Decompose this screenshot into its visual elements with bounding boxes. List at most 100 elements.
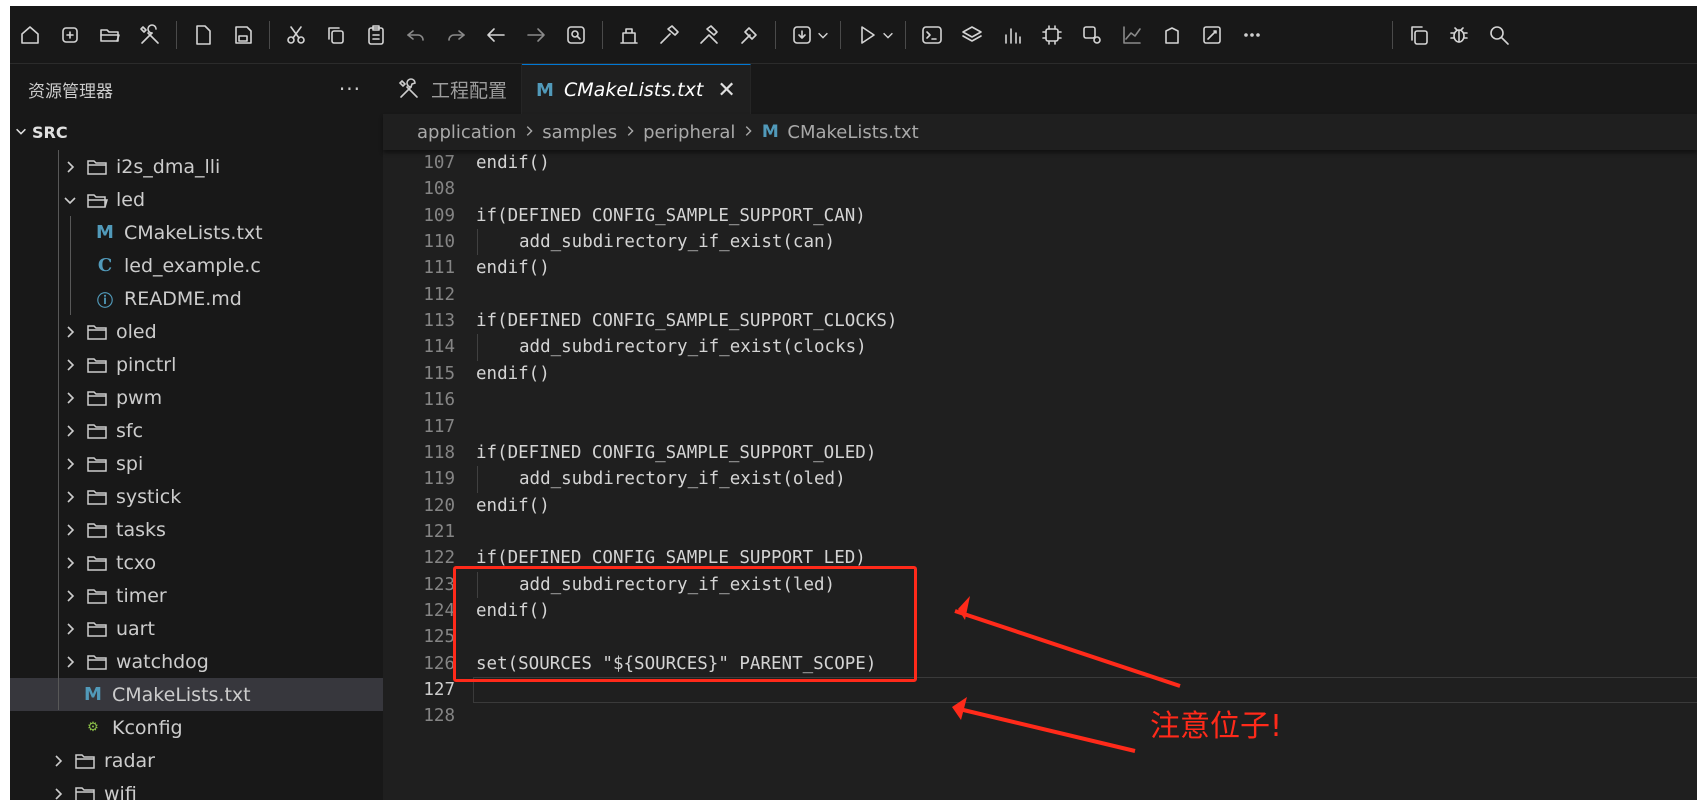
home-icon[interactable] <box>10 15 50 55</box>
breadcrumb-item[interactable]: CMakeLists.txt <box>787 122 918 143</box>
chevron-down-icon[interactable] <box>816 28 830 42</box>
bug-icon[interactable] <box>1439 15 1479 55</box>
layers-icon[interactable] <box>952 15 992 55</box>
tab-project-config[interactable]: 工程配置 <box>383 64 523 114</box>
more-icon[interactable] <box>1232 15 1272 55</box>
chevron-right-icon <box>67 655 75 668</box>
search-icon[interactable] <box>1479 15 1519 55</box>
code-editor[interactable]: 107 endif() 108 109 if(DEFINED CONFIG_SAMPLE… <box>383 150 1697 800</box>
line-number: 109 <box>423 205 455 226</box>
code-line[interactable]: 117 <box>383 414 1697 440</box>
forward-icon[interactable] <box>516 15 556 55</box>
copy-icon[interactable] <box>316 15 356 55</box>
cut-icon[interactable] <box>276 15 316 55</box>
indent-guide <box>58 150 59 710</box>
save-icon[interactable] <box>223 15 263 55</box>
tree-folder[interactable]: pwm <box>10 381 383 414</box>
line-number: 121 <box>423 521 455 542</box>
tree-folder[interactable]: wifi <box>10 777 383 800</box>
code-line[interactable]: 121 <box>383 519 1697 545</box>
code-line[interactable]: 113 if(DEFINED CONFIG_SAMPLE_SUPPORT_CLOC… <box>383 308 1697 334</box>
code-line[interactable]: 118 if(DEFINED CONFIG_SAMPLE_SUPPORT_OLED… <box>383 440 1697 466</box>
tree-file[interactable]: M CMakeLists.txt <box>10 216 383 249</box>
chevron-right-icon <box>67 490 75 503</box>
redo-icon[interactable] <box>436 15 476 55</box>
tree-folder[interactable]: watchdog <box>10 645 383 678</box>
code-line[interactable]: 115 endif() <box>383 361 1697 387</box>
code-line[interactable]: 120 endif() <box>383 493 1697 519</box>
tree-item-label: wifi <box>104 782 137 800</box>
code-line[interactable]: 107 endif() <box>383 150 1697 176</box>
tab-cmakelists[interactable]: M CMakeLists.txt ✕ <box>522 64 751 115</box>
tree-item-label: radar <box>104 749 155 772</box>
tree-file[interactable]: ⚙ Kconfig <box>10 711 383 744</box>
tree-folder[interactable]: spi <box>10 447 383 480</box>
close-icon[interactable]: ✕ <box>717 78 735 103</box>
highlight-box <box>453 566 917 682</box>
kconfig-icon: ⚙ <box>87 720 99 735</box>
tree-folder[interactable]: tcxo <box>10 546 383 579</box>
tools-icon[interactable] <box>130 15 170 55</box>
tree-folder[interactable]: oled <box>10 315 383 348</box>
chart-bars-icon[interactable] <box>992 15 1032 55</box>
hammer-icon[interactable] <box>649 15 689 55</box>
code-line[interactable]: 111 endif() <box>383 255 1697 281</box>
tree-file[interactable]: ⓘ README.md <box>10 282 383 315</box>
more-actions-button[interactable]: ··· <box>339 77 361 101</box>
new-project-icon[interactable] <box>50 15 90 55</box>
chevron-down-icon[interactable] <box>881 28 895 42</box>
copy-window-icon[interactable] <box>1399 15 1439 55</box>
build-icon[interactable] <box>609 15 649 55</box>
open-folder-icon[interactable] <box>90 15 130 55</box>
explorer-root-src[interactable]: SRC <box>10 114 383 150</box>
terminal-icon[interactable] <box>912 15 952 55</box>
back-icon[interactable] <box>476 15 516 55</box>
code-line[interactable]: 108 <box>383 176 1697 202</box>
code-line[interactable]: 109 if(DEFINED CONFIG_SAMPLE_SUPPORT_CAN) <box>383 203 1697 229</box>
undo-icon[interactable] <box>396 15 436 55</box>
breadcrumb-item[interactable]: samples <box>542 122 617 143</box>
tree-folder[interactable]: i2s_dma_lli <box>10 150 383 183</box>
line-chart-icon[interactable] <box>1112 15 1152 55</box>
clean-icon[interactable] <box>729 15 769 55</box>
code-line[interactable]: 116 <box>383 387 1697 413</box>
breadcrumb-item[interactable]: peripheral <box>643 122 735 143</box>
tree-folder[interactable]: timer <box>10 579 383 612</box>
tree-folder[interactable]: pinctrl <box>10 348 383 381</box>
tree-file[interactable]: Cled_example.c <box>10 249 383 282</box>
indent-guide <box>477 466 478 493</box>
stack-icon[interactable] <box>1152 15 1192 55</box>
chip-settings-icon[interactable] <box>1072 15 1112 55</box>
line-number: 126 <box>423 653 455 674</box>
code-line[interactable]: 128 <box>383 703 1697 729</box>
find-file-icon[interactable] <box>556 15 596 55</box>
code-line[interactable]: 119 add_subdirectory_if_exist(oled) <box>383 466 1697 492</box>
toolbar-separator <box>775 20 776 49</box>
tree-file[interactable]: M CMakeLists.txt <box>10 678 383 711</box>
tree-folder[interactable]: tasks <box>10 513 383 546</box>
tree-item-label: tcxo <box>116 551 157 574</box>
tools-icon <box>397 77 421 101</box>
tree-folder[interactable]: led <box>10 183 383 216</box>
rebuild-icon[interactable] <box>689 15 729 55</box>
new-file-icon[interactable] <box>183 15 223 55</box>
edit-window-icon[interactable] <box>1192 15 1232 55</box>
tree-item-label: CMakeLists.txt <box>112 683 251 706</box>
code-line[interactable]: 110 add_subdirectory_if_exist(can) <box>383 229 1697 255</box>
breadcrumb-item[interactable]: application <box>417 122 516 143</box>
chip-icon[interactable] <box>1032 15 1072 55</box>
tree-folder[interactable]: radar <box>10 744 383 777</box>
paste-icon[interactable] <box>356 15 396 55</box>
tree-folder[interactable]: sfc <box>10 414 383 447</box>
line-number: 107 <box>423 153 455 173</box>
code-text: add_subdirectory_if_exist(clocks) <box>519 337 867 358</box>
code-line[interactable]: 112 <box>383 282 1697 308</box>
cmake-m-icon: M <box>761 122 779 142</box>
toolbar <box>10 6 1697 64</box>
chevron-right-icon <box>67 556 75 569</box>
tree-item-label: Kconfig <box>112 716 183 739</box>
tree-item-label: i2s_dma_lli <box>116 155 221 178</box>
tree-folder[interactable]: uart <box>10 612 383 645</box>
tree-folder[interactable]: systick <box>10 480 383 513</box>
code-line[interactable]: 114 add_subdirectory_if_exist(clocks) <box>383 334 1697 360</box>
